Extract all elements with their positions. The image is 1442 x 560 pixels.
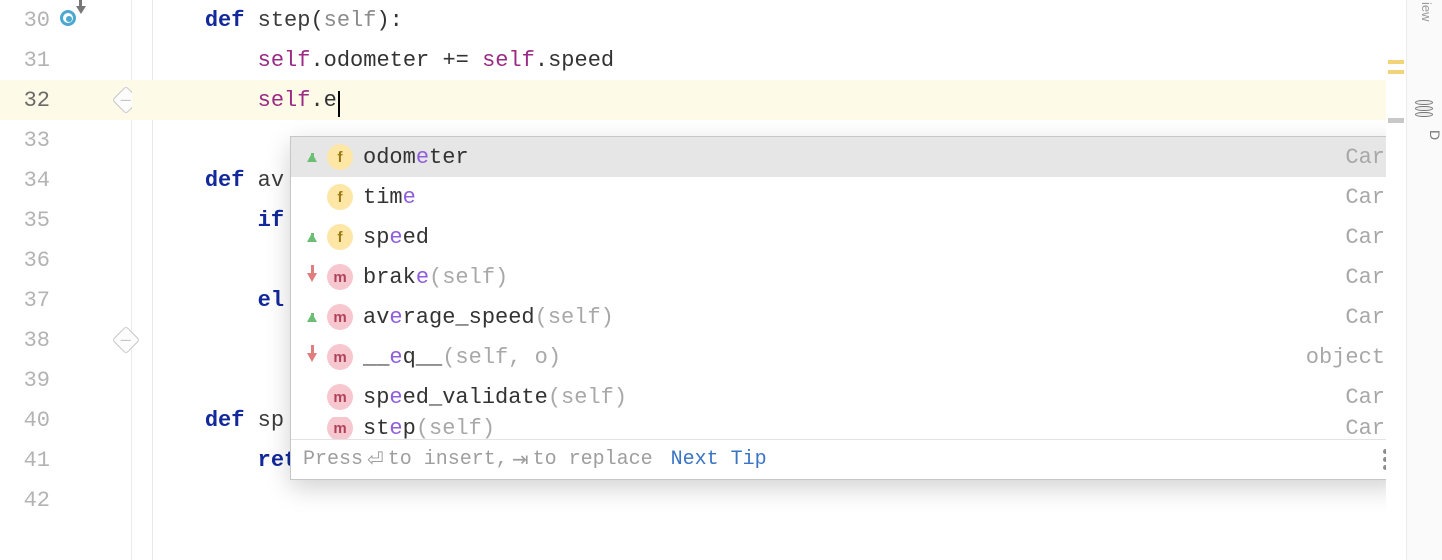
rank-up-icon [307,313,317,322]
gutter-line: 36 [0,240,132,280]
param-self: self [324,8,377,33]
gutter-line: 30 [0,0,132,40]
line-number: 30 [0,8,50,33]
completion-name: step [363,417,416,439]
completion-item[interactable]: m __eq__ (self, o) object [291,337,1401,377]
completion-name: brake [363,265,429,290]
line-number: 39 [0,368,50,393]
completion-name: odometer [363,145,469,170]
gutter-line: 34 [0,160,132,200]
kind-method-icon: m [327,304,353,330]
kind-field-icon: f [327,144,353,170]
editor-marker-rail[interactable] [1386,0,1406,560]
kind-method-icon: m [327,344,353,370]
rank-up-icon [307,233,317,242]
completion-origin: Car [1345,185,1385,210]
gutter-line: 32 [0,80,132,120]
completion-origin: Car [1345,385,1385,410]
gutter-line: 39 [0,360,132,400]
gutter-line: 42 [0,480,132,520]
line-number: 36 [0,248,50,273]
line-number: 41 [0,448,50,473]
line-number: 33 [0,128,50,153]
typed-prefix: e [324,88,337,113]
rank-down-icon [307,273,317,282]
gutter-line: 33 [0,120,132,160]
completion-item[interactable]: m step (self) Car [291,417,1401,439]
gutter-line: 38 [0,320,132,360]
line-number: 37 [0,288,50,313]
gutter-line: 31 [0,40,132,80]
completion-origin: object [1306,345,1385,370]
rank-down-icon [307,353,317,362]
tool-window-stripe[interactable]: iew D [1406,0,1442,560]
kind-field-icon: f [327,184,353,210]
text-caret [338,91,340,117]
line-number: 38 [0,328,50,353]
completion-item[interactable]: m brake (self) Car [291,257,1401,297]
warning-marker[interactable] [1388,60,1404,64]
keyword-def: def [205,8,258,33]
completion-item[interactable]: m average_speed (self) Car [291,297,1401,337]
completion-item[interactable]: f time Car [291,177,1401,217]
completion-item[interactable]: f speed Car [291,217,1401,257]
completion-name: average_speed [363,305,535,330]
database-icon[interactable] [1415,100,1435,120]
toolwindow-label-partial[interactable]: iew [1419,2,1434,22]
next-tip-link[interactable]: Next Tip [671,448,767,471]
completion-name: __eq__ [363,345,442,370]
override-marker-icon[interactable] [60,10,82,32]
completion-origin: Car [1345,305,1385,330]
tab-key-icon: ⇥ [512,447,529,473]
function-name: step [258,8,311,33]
completion-footer: Press ⏎ to insert, ⇥ to replace Next Tip [291,439,1401,479]
kind-method-icon: m [327,264,353,290]
line-number: 31 [0,48,50,73]
code-line[interactable]: def step(self): [132,0,1442,40]
line-number: 42 [0,488,50,513]
completion-item[interactable]: m speed_validate (self) Car [291,377,1401,417]
completion-item[interactable]: f odometer Car [291,137,1401,177]
completion-name: speed_validate [363,385,548,410]
line-number: 34 [0,168,50,193]
completion-origin: Car [1345,417,1385,439]
code-line[interactable] [132,480,1442,520]
caret-marker [1388,118,1404,123]
editor-gutter: 30 31 32 33 34 35 36 37 38 39 40 41 42 [0,0,132,560]
gutter-line: 40 [0,400,132,440]
kind-field-icon: f [327,224,353,250]
code-completion-popup[interactable]: f odometer Car f time Car f speed Ca [290,136,1402,480]
line-number: 32 [0,88,50,113]
gutter-line: 37 [0,280,132,320]
gutter-line: 41 [0,440,132,480]
rank-up-icon [307,153,317,162]
code-line[interactable]: self.odometer += self.speed [132,40,1442,80]
completion-origin: Car [1345,265,1385,290]
completion-origin: Car [1345,225,1385,250]
completion-name: speed [363,225,429,250]
enter-key-icon: ⏎ [367,447,384,473]
warning-marker[interactable] [1388,70,1404,74]
line-number: 35 [0,208,50,233]
gutter-line: 35 [0,200,132,240]
code-line-active[interactable]: self.e [132,80,1442,120]
completion-list[interactable]: f odometer Car f time Car f speed Ca [291,137,1401,439]
completion-origin: Car [1345,145,1385,170]
completion-name: time [363,185,416,210]
toolwindow-label[interactable]: D [1407,130,1442,141]
line-number: 40 [0,408,50,433]
kind-method-icon: m [327,384,353,410]
kind-method-icon: m [327,417,353,439]
